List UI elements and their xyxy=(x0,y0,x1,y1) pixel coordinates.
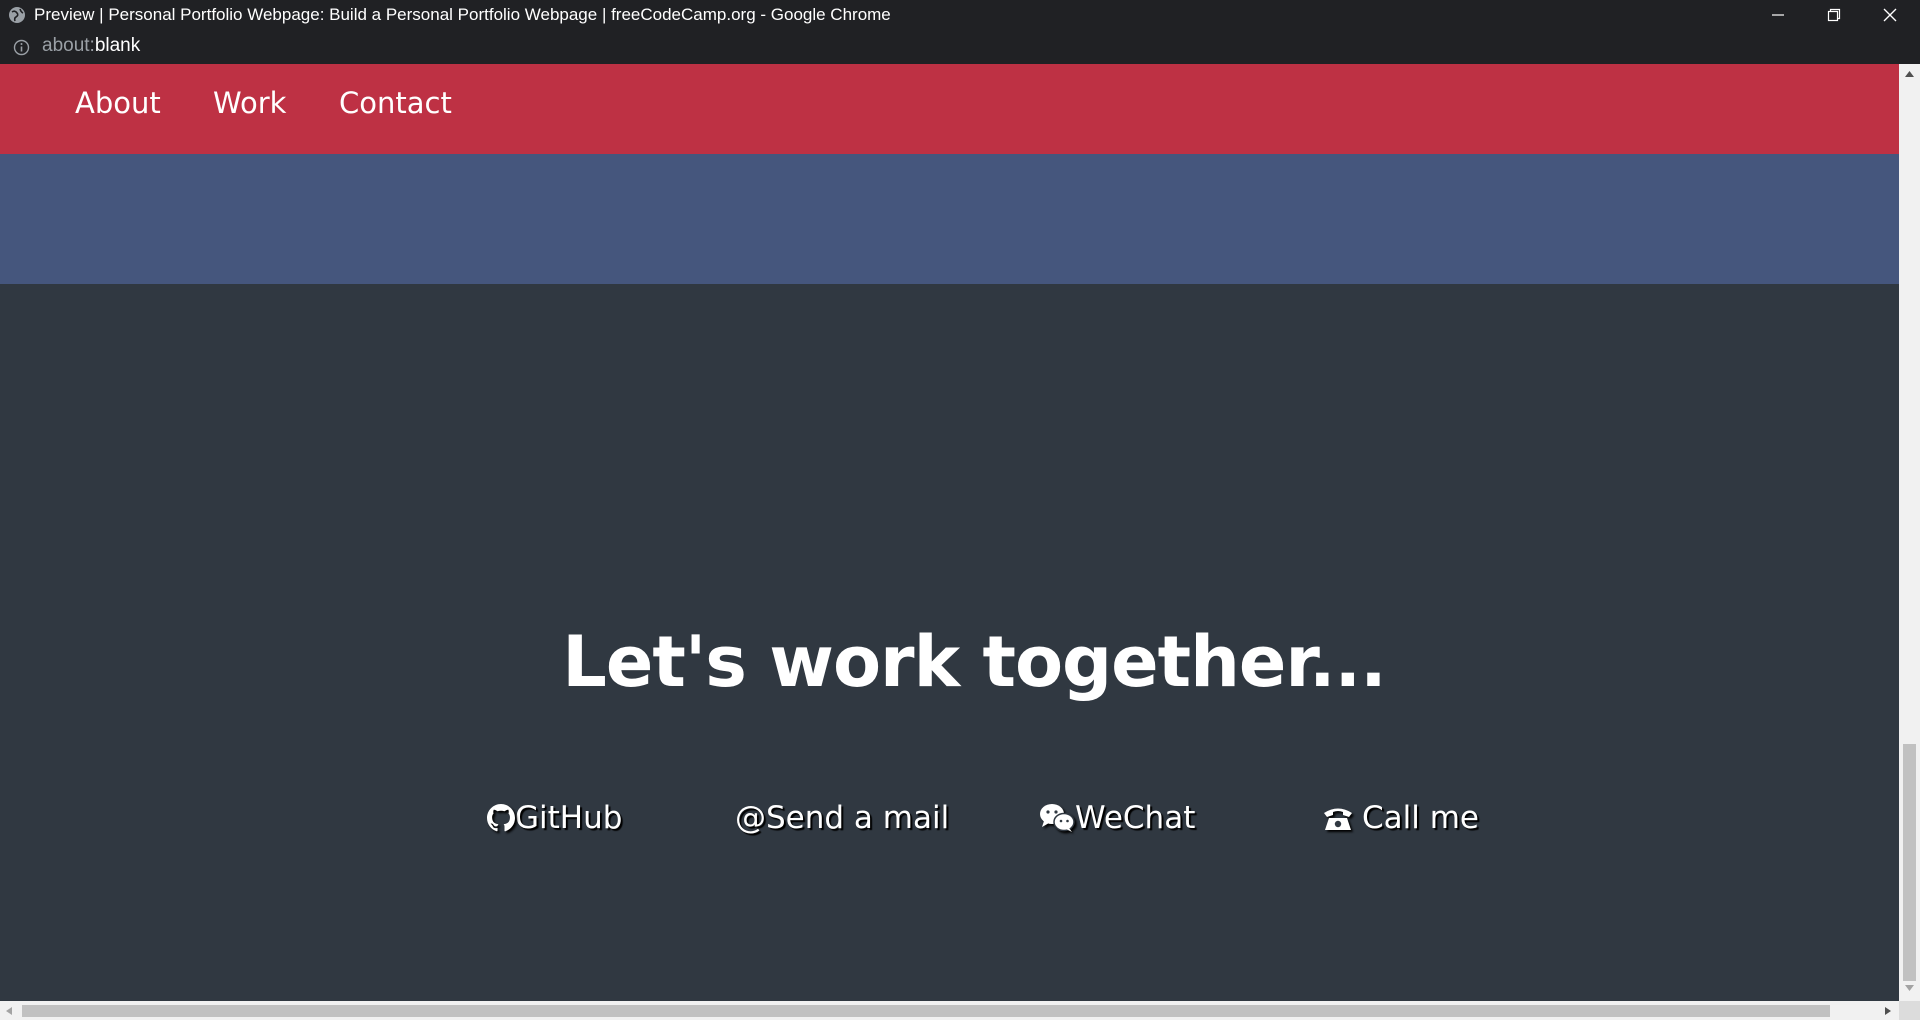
url-text[interactable]: about:blank xyxy=(42,35,140,57)
send-mail-label: Send a mail xyxy=(766,800,950,836)
url-host: blank xyxy=(94,35,141,56)
contact-headline: Let's work together... xyxy=(562,621,1386,703)
wechat-label: WeChat xyxy=(1075,800,1196,836)
call-me-label: Call me xyxy=(1362,800,1479,836)
projects-section-bottom xyxy=(0,154,1899,284)
phone-icon xyxy=(1324,808,1352,830)
page-viewport: About Work Contact Let's work together..… xyxy=(0,64,1899,1001)
close-icon xyxy=(1883,8,1897,22)
minimize-icon xyxy=(1772,14,1784,16)
window-title: Preview | Personal Portfolio Webpage: Bu… xyxy=(34,5,891,24)
horizontal-scrollbar[interactable] xyxy=(0,1001,1899,1020)
github-label: GitHub xyxy=(515,800,623,836)
globe-icon xyxy=(9,7,25,23)
wechat-link[interactable]: WeChat xyxy=(1039,800,1195,836)
contact-section: Let's work together... GitHub @ Send a m… xyxy=(0,284,1899,1001)
address-bar[interactable]: about:blank xyxy=(0,30,1920,64)
minimize-button[interactable] xyxy=(1750,0,1806,30)
github-icon xyxy=(487,804,515,832)
navbar: About Work Contact xyxy=(0,64,1899,154)
scroll-left-arrow-icon[interactable] xyxy=(5,1006,13,1016)
vertical-scroll-thumb[interactable] xyxy=(1903,744,1916,981)
at-icon: @ xyxy=(735,800,766,836)
url-scheme: about: xyxy=(42,35,95,56)
send-mail-link[interactable]: @ Send a mail xyxy=(735,800,949,836)
browser-title-bar: Preview | Personal Portfolio Webpage: Bu… xyxy=(0,0,1920,30)
restore-icon xyxy=(1827,8,1841,22)
close-button[interactable] xyxy=(1862,0,1918,30)
vertical-scrollbar[interactable] xyxy=(1899,64,1920,1001)
nav-link-about[interactable]: About xyxy=(75,86,161,120)
wechat-icon xyxy=(1040,804,1075,832)
restore-button[interactable] xyxy=(1806,0,1862,30)
nav-link-work[interactable]: Work xyxy=(213,86,286,120)
horizontal-scroll-thumb[interactable] xyxy=(22,1005,1830,1017)
scroll-up-arrow-icon[interactable] xyxy=(1904,70,1915,78)
scrollbar-corner xyxy=(1899,1001,1920,1020)
scroll-right-arrow-icon[interactable] xyxy=(1884,1006,1892,1016)
call-me-link[interactable]: Call me xyxy=(1322,800,1479,836)
scroll-down-arrow-icon[interactable] xyxy=(1904,984,1915,992)
info-icon[interactable] xyxy=(13,39,30,56)
nav-link-contact[interactable]: Contact xyxy=(339,86,452,120)
github-link[interactable]: GitHub xyxy=(487,800,622,836)
